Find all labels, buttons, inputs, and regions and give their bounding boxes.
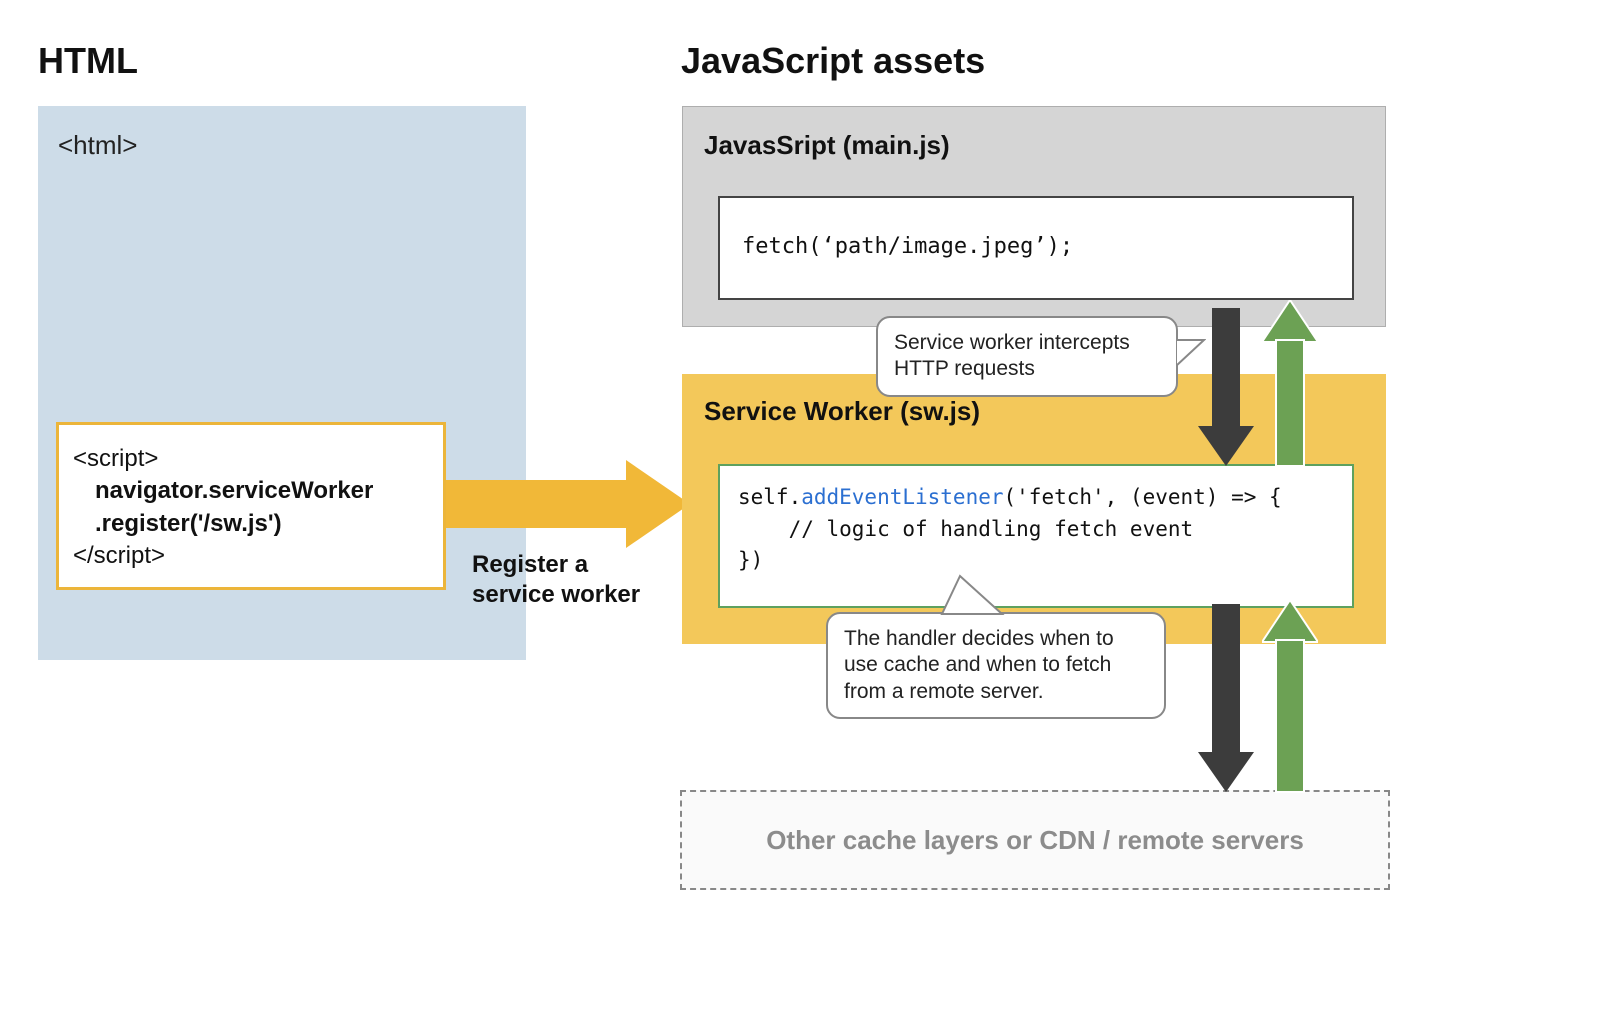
remote-servers-label: Other cache layers or CDN / remote serve… [766, 825, 1304, 856]
sw-code-line1-post: ('fetch', (event) => { [1004, 485, 1282, 509]
arrow-down-dark-top-icon [1198, 308, 1254, 468]
callout-intercept-tail-icon [1176, 336, 1206, 370]
callout-intercept: Service worker intercepts HTTP requests [876, 316, 1178, 397]
js-main-title: JavasSript (main.js) [704, 130, 950, 161]
callout-handler: The handler decides when to use cache an… [826, 612, 1166, 719]
arrow-up-green-top-icon [1262, 300, 1318, 468]
sw-code-line1-pre: self. [738, 485, 801, 509]
callout-handler-tail-icon [936, 574, 1008, 616]
arrow-down-dark-bottom-icon [1198, 604, 1254, 794]
service-worker-title: Service Worker (sw.js) [704, 396, 980, 427]
service-worker-code-box: self.addEventListener('fetch', (event) =… [718, 464, 1354, 608]
heading-html: HTML [38, 40, 138, 82]
sw-code-line2: // logic of handling fetch event [738, 517, 1193, 541]
arrow-up-green-bottom-icon [1262, 600, 1318, 794]
script-code-box: <script> navigator.serviceWorker .regist… [56, 422, 446, 590]
remote-servers-box: Other cache layers or CDN / remote serve… [680, 790, 1390, 890]
script-close: </script> [73, 542, 165, 569]
script-line2: .register('/sw.js') [95, 510, 282, 537]
fetch-code-box: fetch(‘path/image.jpeg’); [718, 196, 1354, 300]
script-open: <script> [73, 445, 158, 472]
sw-code-line3: }) [738, 548, 763, 572]
sw-code-line1-func: addEventListener [801, 485, 1003, 509]
register-label: Register a service worker [472, 550, 672, 610]
register-arrow-icon [446, 454, 706, 554]
html-tag-label: <html> [58, 130, 138, 161]
callout-intercept-text: Service worker intercepts HTTP requests [894, 331, 1130, 380]
callout-handler-text: The handler decides when to use cache an… [844, 627, 1114, 703]
heading-js-assets: JavaScript assets [681, 40, 985, 82]
script-line1: navigator.serviceWorker [95, 477, 373, 504]
